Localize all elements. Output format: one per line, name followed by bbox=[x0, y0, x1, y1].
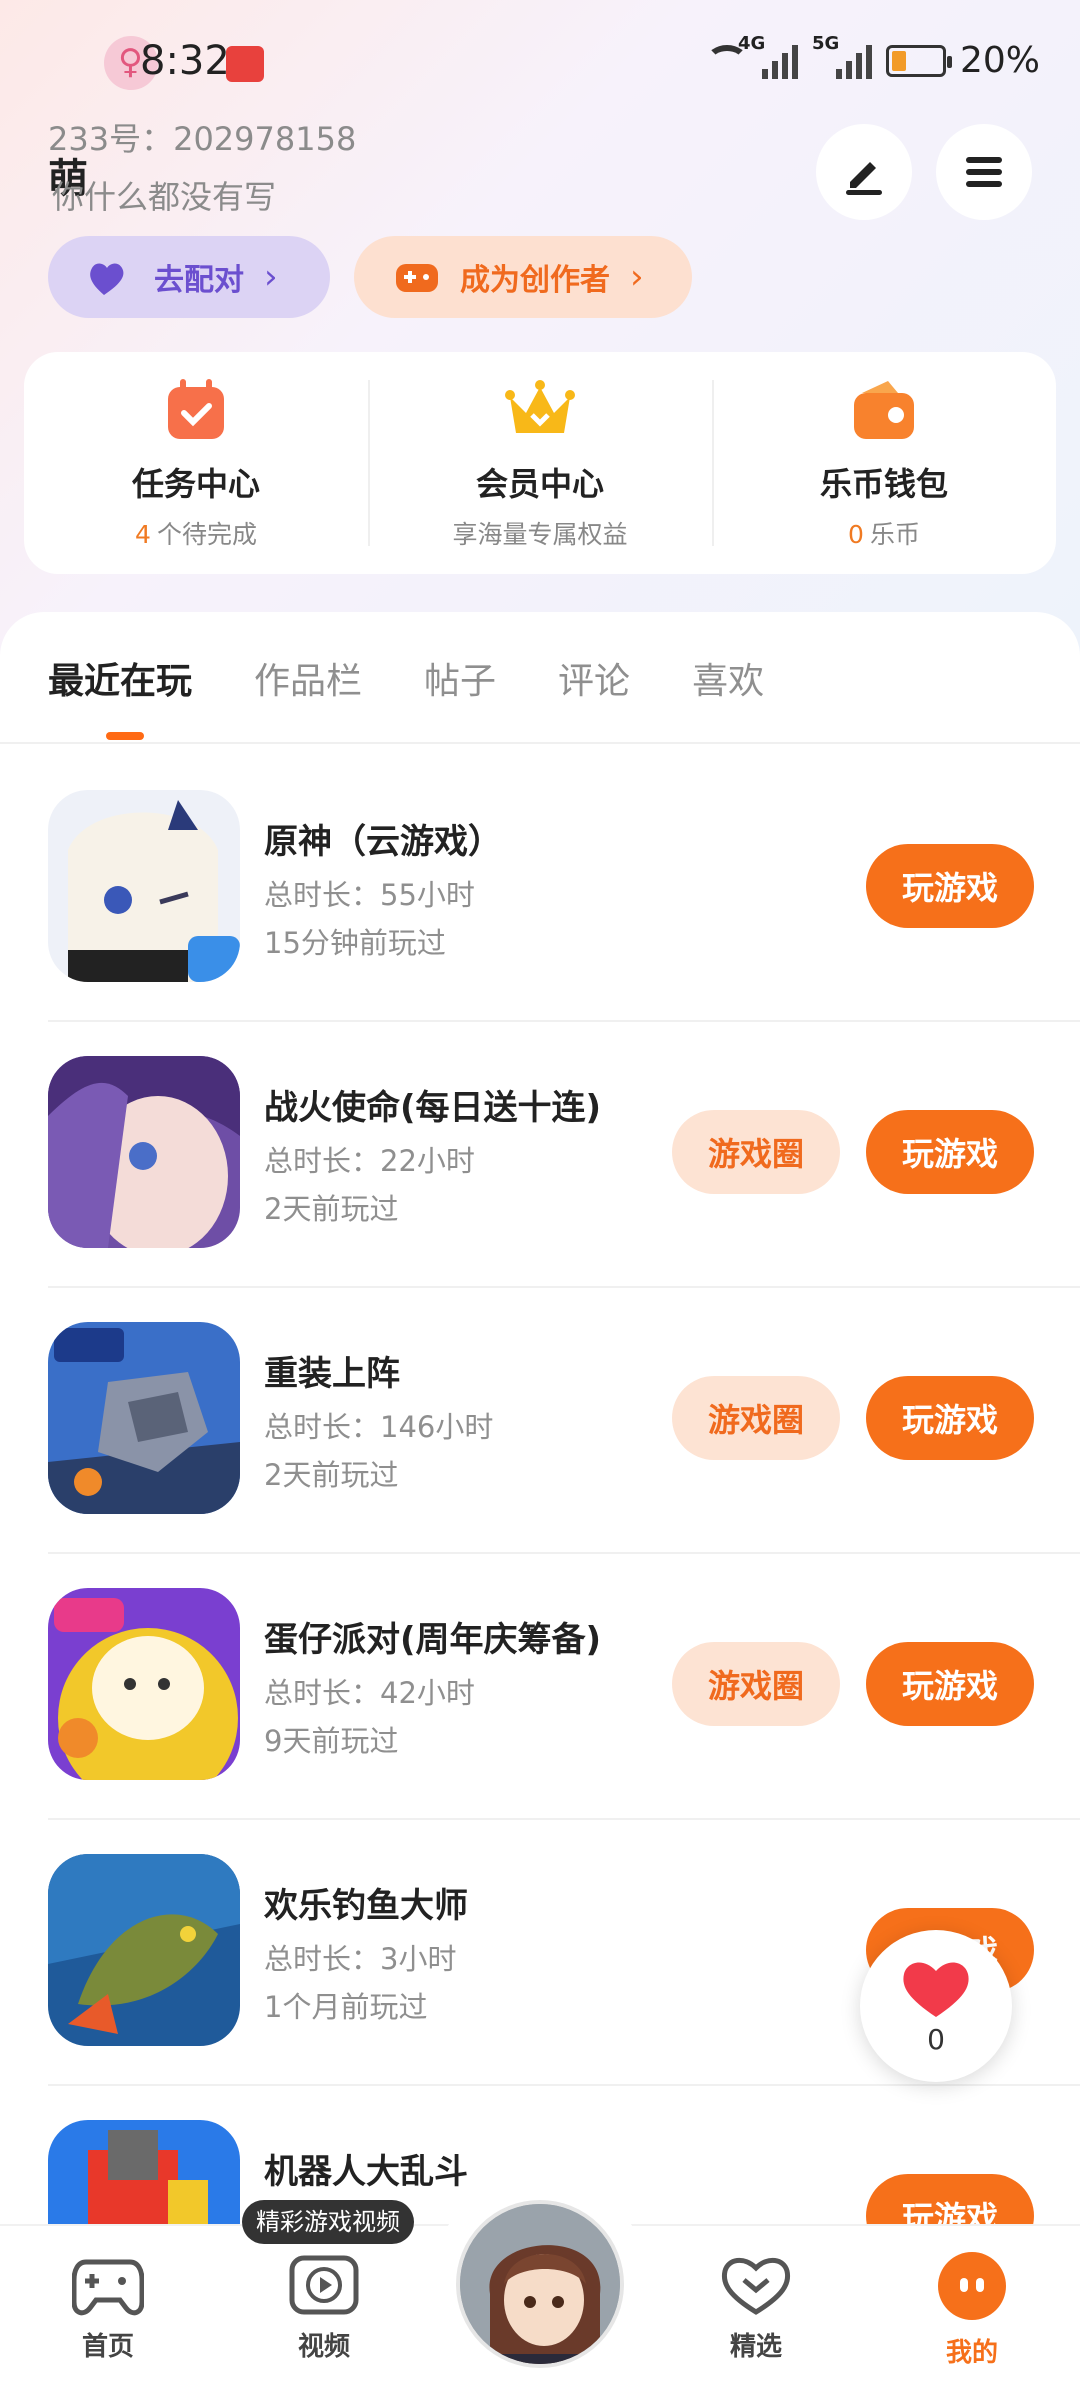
tabs-divider bbox=[0, 742, 1080, 744]
game-circle-button[interactable]: 游戏圈 bbox=[672, 1642, 840, 1726]
hamburger-icon bbox=[966, 157, 1002, 187]
game-playtime: 总时长：22小时 bbox=[264, 1144, 475, 1178]
game-name: 蛋仔派对(周年庆筹备) bbox=[264, 1620, 602, 1660]
stat-title: 会员中心 bbox=[475, 465, 604, 503]
signal-icon-5g: 5G bbox=[812, 33, 872, 79]
nav-video[interactable]: 视频 bbox=[264, 2252, 384, 2363]
like-count: 0 bbox=[927, 2022, 945, 2056]
match-label: 去配对 bbox=[154, 263, 244, 298]
game-icon[interactable] bbox=[48, 1322, 240, 1514]
game-icon[interactable] bbox=[48, 790, 240, 982]
tab-works[interactable]: 作品栏 bbox=[254, 652, 362, 704]
heart-icon bbox=[903, 1962, 969, 2017]
wallet-icon bbox=[854, 381, 914, 439]
stat-title: 任务中心 bbox=[131, 465, 260, 503]
stat-title: 乐币钱包 bbox=[819, 465, 948, 503]
row-divider bbox=[48, 1552, 1080, 1554]
pen-icon bbox=[846, 162, 882, 195]
avatar[interactable] bbox=[456, 2200, 624, 2368]
game-icon[interactable] bbox=[48, 1056, 240, 1248]
nav-label: 首页 bbox=[81, 2332, 134, 2362]
game-icon[interactable] bbox=[48, 1854, 240, 2046]
play-game-button[interactable]: 玩游戏 bbox=[866, 1642, 1034, 1726]
face-icon bbox=[938, 2252, 1006, 2320]
user-id: 233号：202978158 bbox=[48, 120, 357, 158]
tab-comments[interactable]: 评论 bbox=[558, 652, 630, 704]
game-name: 重装上阵 bbox=[264, 1354, 400, 1394]
floating-like-button[interactable]: 0 bbox=[860, 1930, 1012, 2082]
game-icon[interactable] bbox=[48, 1588, 240, 1780]
match-button[interactable]: 去配对 › bbox=[48, 236, 330, 318]
task-center[interactable]: 任务中心 4 个待完成 bbox=[24, 352, 368, 574]
game-name: 原神（云游戏） bbox=[264, 822, 502, 862]
game-last-played: 9天前玩过 bbox=[264, 1724, 399, 1758]
game-playtime: 总时长：3小时 bbox=[264, 1942, 457, 1976]
nav-label: 我的 bbox=[945, 2338, 998, 2368]
battery-percent: 20% bbox=[959, 40, 1040, 81]
game-last-played: 2天前玩过 bbox=[264, 1192, 399, 1226]
game-playtime: 总时长：146小时 bbox=[264, 1410, 494, 1444]
game-playtime: 总时长：55小时 bbox=[264, 878, 475, 912]
edit-profile-button[interactable] bbox=[816, 124, 912, 220]
hearts-icon bbox=[90, 263, 124, 295]
gamepad-plus-icon bbox=[396, 264, 438, 292]
game-name: 机器人大乱斗 bbox=[264, 2152, 468, 2192]
play-game-button[interactable]: 玩游戏 bbox=[866, 844, 1034, 928]
app-notification-icon bbox=[226, 46, 264, 82]
stat-subtitle: 0 乐币 bbox=[848, 520, 920, 549]
nav-label: 精选 bbox=[729, 2332, 782, 2362]
stat-subtitle: 享海量专属权益 bbox=[452, 520, 628, 549]
profile-tabs: 最近在玩 作品栏 帖子 评论 喜欢 bbox=[48, 652, 764, 740]
game-row[interactable]: 战火使命(每日送十连) 总时长：22小时 2天前玩过 游戏圈 玩游戏 bbox=[48, 1056, 1080, 1322]
game-row[interactable]: 原神（云游戏） 总时长：55小时 15分钟前玩过 玩游戏 bbox=[48, 790, 1080, 1056]
game-row[interactable]: 蛋仔派对(周年庆筹备) 总时长：42小时 9天前玩过 游戏圈 玩游戏 bbox=[48, 1588, 1080, 1854]
chevron-right-icon: › bbox=[264, 257, 278, 297]
stat-subtitle: 4 个待完成 bbox=[135, 520, 257, 549]
nav-home[interactable]: 首页 bbox=[48, 2252, 168, 2363]
row-divider bbox=[48, 1286, 1080, 1288]
tab-recent[interactable]: 最近在玩 bbox=[48, 652, 192, 740]
crown-icon bbox=[505, 380, 575, 433]
coin-wallet[interactable]: 乐币钱包 0 乐币 bbox=[712, 352, 1056, 574]
nav-label: 视频 bbox=[297, 2332, 350, 2362]
play-game-button[interactable]: 玩游戏 bbox=[866, 1376, 1034, 1460]
bio[interactable]: 你什么都没有写 bbox=[52, 172, 276, 218]
game-playtime: 总时长：42小时 bbox=[264, 1676, 475, 1710]
row-divider bbox=[48, 1818, 1080, 1820]
stats-card: 任务中心 4 个待完成 会员中心 享海量专属权益 乐币钱包 0 乐币 bbox=[24, 352, 1056, 574]
battery-icon bbox=[885, 44, 952, 77]
game-name: 欢乐钓鱼大师 bbox=[264, 1886, 468, 1926]
heart-check-icon bbox=[721, 2258, 791, 2315]
row-divider bbox=[48, 2084, 1080, 2086]
signal-icon-4g: 4G bbox=[738, 33, 798, 79]
play-game-button[interactable]: 玩游戏 bbox=[866, 1110, 1034, 1194]
game-name: 战火使命(每日送十连) bbox=[264, 1088, 602, 1128]
nav-featured[interactable]: 精选 bbox=[696, 2252, 816, 2363]
row-divider bbox=[48, 1020, 1080, 1022]
video-tooltip: 精彩游戏视频 bbox=[242, 2200, 414, 2244]
chevron-right-icon: › bbox=[630, 257, 644, 297]
game-circle-button[interactable]: 游戏圈 bbox=[672, 1110, 840, 1194]
status-right: 4G 5G 20% bbox=[705, 33, 1040, 81]
menu-button[interactable] bbox=[936, 124, 1032, 220]
game-last-played: 1个月前玩过 bbox=[264, 1990, 428, 2024]
gamepad-icon bbox=[72, 2259, 144, 2316]
game-last-played: 15分钟前玩过 bbox=[264, 926, 446, 960]
video-play-icon bbox=[289, 2255, 359, 2315]
game-row[interactable]: 重装上阵 总时长：146小时 2天前玩过 游戏圈 玩游戏 bbox=[48, 1322, 1080, 1588]
game-circle-button[interactable]: 游戏圈 bbox=[672, 1376, 840, 1460]
game-last-played: 2天前玩过 bbox=[264, 1458, 399, 1492]
member-center[interactable]: 会员中心 享海量专属权益 bbox=[368, 352, 712, 574]
calendar-check-icon bbox=[168, 379, 224, 439]
become-creator-button[interactable]: 成为创作者 › bbox=[354, 236, 692, 318]
nav-me[interactable]: 我的 bbox=[912, 2252, 1032, 2369]
status-bar: 8:32 4G 5G 20% bbox=[0, 0, 1080, 130]
creator-label: 成为创作者 bbox=[460, 263, 610, 298]
status-time: 8:32 bbox=[140, 38, 230, 84]
tab-posts[interactable]: 帖子 bbox=[424, 652, 496, 704]
tab-likes[interactable]: 喜欢 bbox=[692, 652, 764, 704]
